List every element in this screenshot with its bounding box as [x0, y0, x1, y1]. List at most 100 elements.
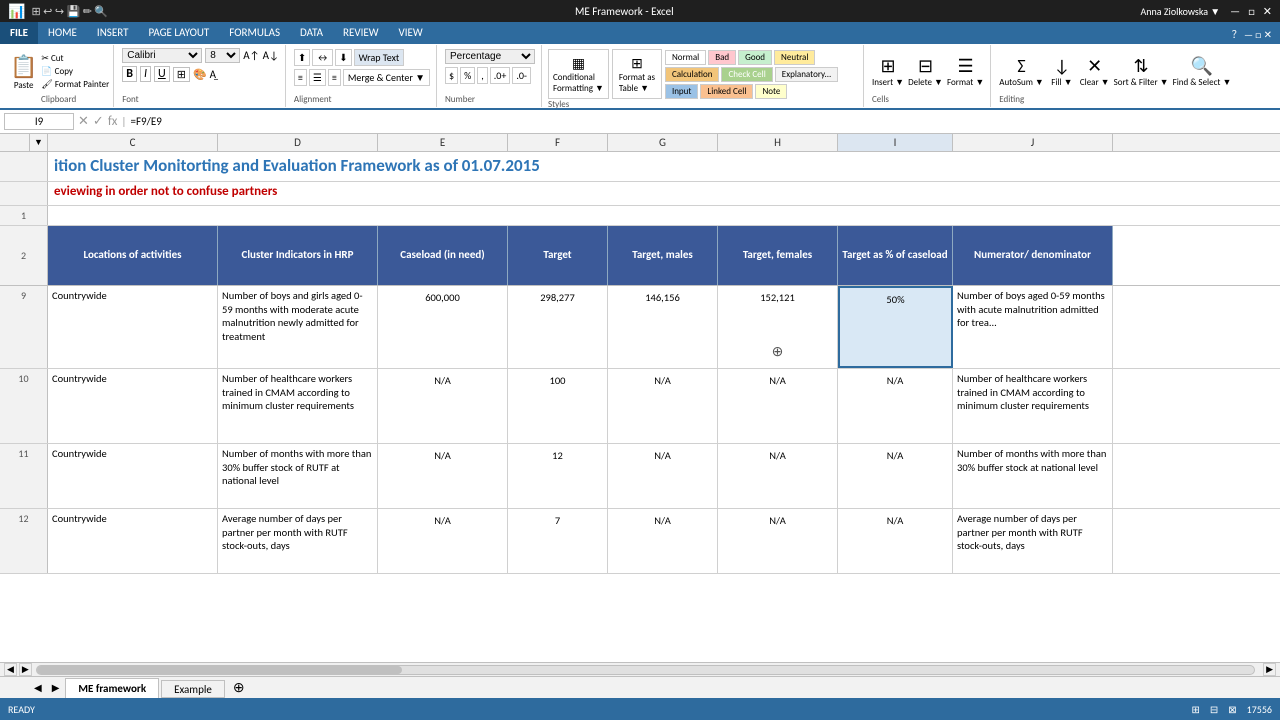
- decrease-decimal-button[interactable]: .0-: [512, 67, 531, 84]
- merge-center-button[interactable]: Merge & Center ▼: [343, 69, 430, 86]
- tab-nav-next[interactable]: ▶: [48, 678, 64, 698]
- cell-c11[interactable]: Countrywide: [48, 444, 218, 508]
- col-header-i[interactable]: I: [838, 134, 953, 151]
- style-normal[interactable]: Normal: [665, 50, 706, 65]
- style-good[interactable]: Good: [738, 50, 772, 65]
- tab-data[interactable]: DATA: [290, 22, 333, 44]
- sheet-tab-me-framework[interactable]: ME framework: [65, 678, 159, 698]
- style-linked-cell[interactable]: Linked Cell: [700, 84, 753, 99]
- col-header-c[interactable]: C: [48, 134, 218, 151]
- user-name[interactable]: Anna Ziolkowska ▼: [1141, 5, 1221, 18]
- font-select[interactable]: Calibri: [122, 48, 202, 63]
- col-header-f[interactable]: F: [508, 134, 608, 151]
- border-button[interactable]: ⊞: [173, 67, 190, 82]
- cell-c9[interactable]: Countrywide: [48, 286, 218, 368]
- cell-d12[interactable]: Average number of days per partner per m…: [218, 509, 378, 573]
- format-painter-button[interactable]: 🖌 Format Painter: [41, 79, 109, 90]
- cell-f12[interactable]: 7: [508, 509, 608, 573]
- wrap-text-button[interactable]: Wrap Text: [354, 49, 405, 66]
- cell-j10[interactable]: Number of healthcare workers trained in …: [953, 369, 1113, 443]
- format-as-table-button[interactable]: ⊞Format asTable ▼: [612, 49, 662, 99]
- increase-decimal-button[interactable]: .0+: [490, 67, 511, 84]
- cell-g10[interactable]: N/A: [608, 369, 718, 443]
- tab-file[interactable]: FILE: [0, 22, 38, 44]
- fill-button[interactable]: ↓Fill ▼: [1048, 55, 1076, 88]
- scroll-left-button[interactable]: ◀: [4, 663, 17, 676]
- bold-button[interactable]: B: [122, 66, 137, 82]
- cell-g9[interactable]: 146,156: [608, 286, 718, 368]
- fill-color-button[interactable]: 🎨: [193, 68, 207, 81]
- cell-j12[interactable]: Average number of days per partner per m…: [953, 509, 1113, 573]
- zoom-slider[interactable]: 17556: [1247, 703, 1272, 716]
- align-center-button[interactable]: ☰: [309, 69, 326, 86]
- increase-font-button[interactable]: A↑: [243, 49, 259, 62]
- decrease-font-button[interactable]: A↓: [263, 49, 279, 62]
- help-icons[interactable]: ？ — □ ✕: [1232, 26, 1280, 41]
- find-select-button[interactable]: 🔍Find & Select ▼: [1173, 55, 1232, 88]
- cell-i11[interactable]: N/A: [838, 444, 953, 508]
- cell-d11[interactable]: Number of months with more than 30% buff…: [218, 444, 378, 508]
- cell-f9[interactable]: 298,277: [508, 286, 608, 368]
- font-color-button[interactable]: A̲: [210, 68, 216, 81]
- cell-g11[interactable]: N/A: [608, 444, 718, 508]
- cell-f10[interactable]: 100: [508, 369, 608, 443]
- cell-h12[interactable]: N/A: [718, 509, 838, 573]
- cell-g12[interactable]: N/A: [608, 509, 718, 573]
- cell-j9[interactable]: Number of boys aged 0-59 months with acu…: [953, 286, 1113, 368]
- tab-insert[interactable]: INSERT: [87, 22, 139, 44]
- cell-h9[interactable]: 152,121 ⊕: [718, 286, 838, 368]
- view-normal-icon[interactable]: ⊞: [1191, 703, 1199, 716]
- col-header-select-all[interactable]: ▼: [30, 134, 48, 151]
- comma-button[interactable]: ,: [477, 67, 488, 84]
- cell-i9[interactable]: 50%: [838, 286, 953, 368]
- add-sheet-button[interactable]: ⊕: [227, 678, 251, 698]
- cell-h11[interactable]: N/A: [718, 444, 838, 508]
- cell-d9[interactable]: Number of boys and girls aged 0-59 month…: [218, 286, 378, 368]
- scrollbar-track[interactable]: [36, 665, 1255, 675]
- number-format-select[interactable]: Percentage: [445, 49, 535, 64]
- style-bad[interactable]: Bad: [708, 50, 736, 65]
- cell-d10[interactable]: Number of healthcare workers trained in …: [218, 369, 378, 443]
- col-header-d[interactable]: D: [218, 134, 378, 151]
- col-header-h[interactable]: H: [718, 134, 838, 151]
- cell-i12[interactable]: N/A: [838, 509, 953, 573]
- cell-reference-box[interactable]: [4, 113, 74, 130]
- conditional-formatting-button[interactable]: ▦ConditionalFormatting ▼: [548, 49, 609, 99]
- align-bottom-button[interactable]: ⬇: [335, 49, 351, 66]
- tab-view[interactable]: VIEW: [389, 22, 433, 44]
- col-header-e[interactable]: E: [378, 134, 508, 151]
- percent-button[interactable]: %: [460, 67, 475, 84]
- align-right-button[interactable]: ≡: [328, 69, 341, 86]
- cell-e12[interactable]: N/A: [378, 509, 508, 573]
- formula-bar-cancel[interactable]: ✕: [78, 114, 89, 129]
- sort-filter-button[interactable]: ⇅Sort & Filter ▼: [1114, 55, 1169, 88]
- tab-home[interactable]: HOME: [38, 22, 87, 44]
- copy-button[interactable]: 📄 Copy: [41, 66, 109, 77]
- col-header-g[interactable]: G: [608, 134, 718, 151]
- autosum-button[interactable]: ΣAutoSum ▼: [999, 55, 1044, 88]
- format-cells-button[interactable]: ☰Format ▼: [947, 55, 984, 88]
- col-header-j[interactable]: J: [953, 134, 1113, 151]
- tab-nav-prev[interactable]: ◀: [30, 678, 46, 698]
- scroll-right-button[interactable]: ▶: [19, 663, 32, 676]
- paste-button[interactable]: 📋 Paste: [8, 51, 39, 93]
- formula-bar-function[interactable]: fx: [108, 114, 118, 129]
- window-controls[interactable]: —□✕: [1230, 5, 1272, 18]
- scroll-right-end-button[interactable]: ▶: [1263, 663, 1276, 676]
- underline-button[interactable]: U: [154, 66, 170, 82]
- cell-i10[interactable]: N/A: [838, 369, 953, 443]
- formula-bar-confirm[interactable]: ✓: [93, 114, 104, 129]
- cell-c10[interactable]: Countrywide: [48, 369, 218, 443]
- style-neutral[interactable]: Neutral: [774, 50, 815, 65]
- cell-e9[interactable]: 600,000: [378, 286, 508, 368]
- align-top-button[interactable]: ⬆: [294, 49, 310, 66]
- italic-button[interactable]: I: [140, 66, 151, 82]
- insert-cells-button[interactable]: ⊞Insert ▼: [872, 55, 904, 88]
- cell-e11[interactable]: N/A: [378, 444, 508, 508]
- clear-button[interactable]: ✕Clear ▼: [1080, 55, 1110, 88]
- align-left-button[interactable]: ≡: [294, 69, 307, 86]
- cell-h10[interactable]: N/A: [718, 369, 838, 443]
- tab-formulas[interactable]: FORMULAS: [219, 22, 290, 44]
- sheet-tab-example[interactable]: Example: [161, 680, 225, 698]
- currency-button[interactable]: $: [445, 67, 458, 84]
